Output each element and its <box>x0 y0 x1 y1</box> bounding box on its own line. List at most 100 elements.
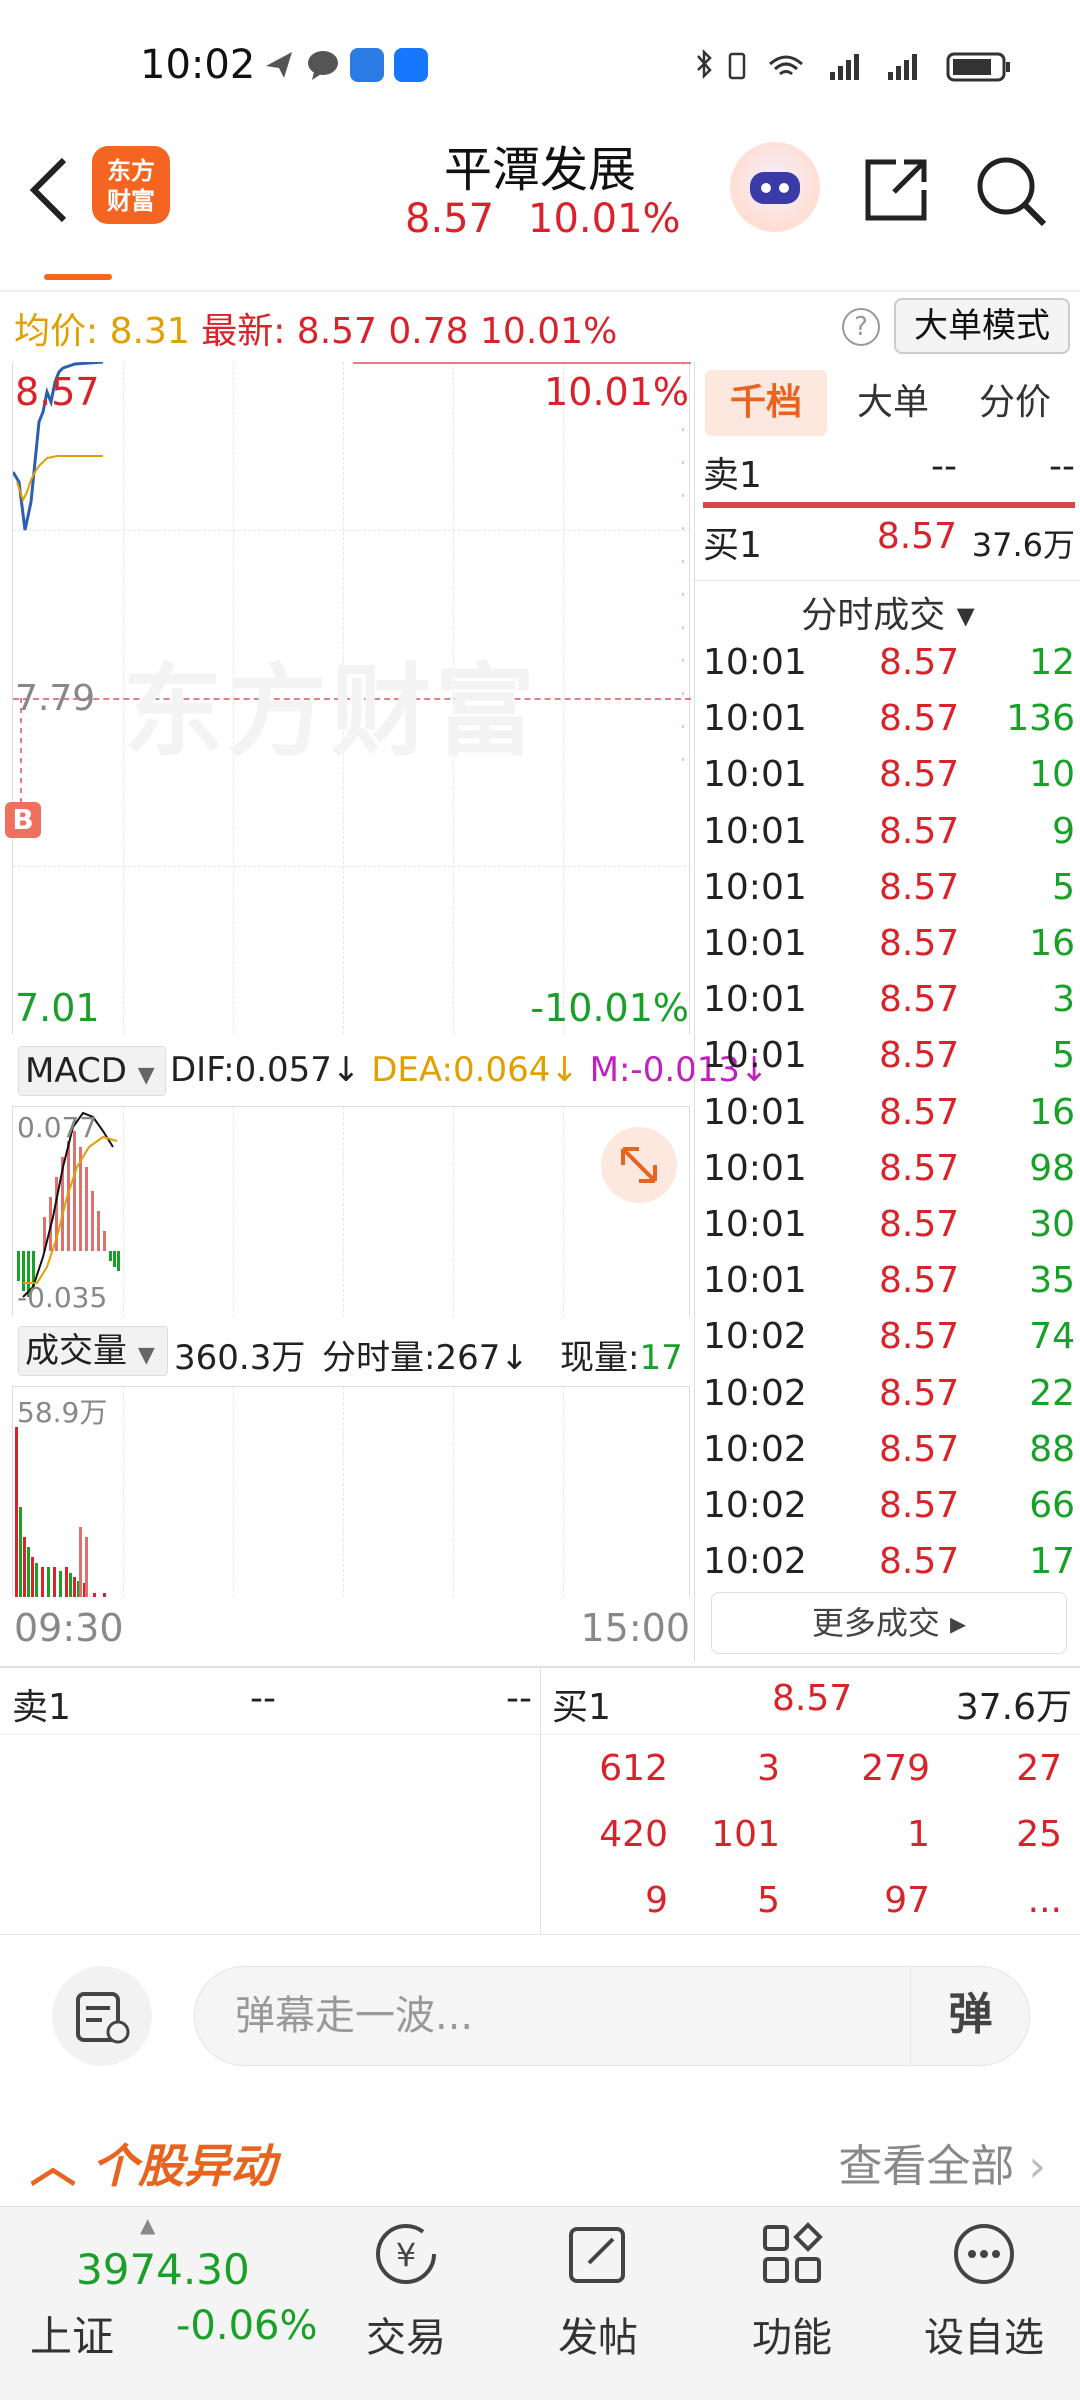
tick-vol: 12 <box>1029 642 1075 683</box>
tick-vol: 30 <box>1029 1204 1075 1245</box>
right-panel: 千档 大单 分价 卖1 -- -- 买1 8.57 37.6万 分时成交 ▾ 1… <box>694 362 1080 1662</box>
comment-settings-icon <box>76 1992 130 2044</box>
queue-order-size: 3 <box>757 1748 780 1789</box>
danmaku-toggle-button[interactable]: 弹 <box>910 1966 1030 2066</box>
help-icon[interactable]: ? <box>842 308 880 346</box>
nav-post[interactable]: 发帖 <box>518 2219 678 2399</box>
quote-line: 均价: 8.31 最新: 8.57 0.78 10.01% <box>14 302 617 354</box>
queue-order-size: 27 <box>1016 1748 1062 1789</box>
tick-price: 8.57 <box>879 1091 960 1133</box>
tick-time: 10:01 <box>703 923 807 964</box>
tab-price-distribution[interactable]: 分价 <box>957 370 1073 436</box>
robot-assistant-icon[interactable] <box>730 142 820 232</box>
tick-vol: 74 <box>1029 1316 1075 1358</box>
tick-price: 8.57 <box>879 754 960 796</box>
tick-time: 10:02 <box>703 1428 807 1470</box>
tick-vol: 5 <box>1052 866 1075 908</box>
nav-post-label: 发帖 <box>558 2315 638 2361</box>
nav-functions[interactable]: 功能 <box>712 2219 872 2399</box>
macd-dif: DIF:0.057↓ <box>170 1050 361 1090</box>
nav-trade[interactable]: ¥ 交易 <box>326 2219 486 2399</box>
tick-row: 10:01 8.57 9 <box>703 811 1075 867</box>
macd-min-label: -0.035 <box>17 1281 108 1314</box>
edit-icon <box>569 2227 625 2283</box>
volume-chart[interactable]: 58.9万 <box>12 1386 690 1597</box>
tick-time: 10:02 <box>703 1541 807 1583</box>
queue-order-size: 420 <box>599 1814 668 1855</box>
latest-label: 最新: <box>201 311 286 352</box>
tick-row: 10:01 8.57 5 <box>703 1035 1075 1091</box>
search-button[interactable] <box>970 150 1050 230</box>
macd-select[interactable]: MACD ▼ <box>18 1046 166 1096</box>
big-order-mode-button[interactable]: 大单模式 <box>894 298 1070 354</box>
nav-functions-label: 功能 <box>752 2315 832 2361</box>
tick-row: 10:01 8.57 98 <box>703 1148 1075 1204</box>
tick-price: 8.57 <box>879 698 960 740</box>
buy-marker[interactable]: B <box>5 802 41 838</box>
tab-big-orders[interactable]: 大单 <box>835 370 951 436</box>
status-right-icons <box>690 48 1030 82</box>
volume-total: 360.3万 <box>174 1338 306 1378</box>
volume-select[interactable]: 成交量 ▼ <box>18 1326 168 1376</box>
pct-low-label: -10.01% <box>530 986 689 1030</box>
chevron-up-icon: ︿ <box>30 2139 76 2193</box>
tick-price: 8.57 <box>879 1147 960 1189</box>
app-notification-icon <box>350 48 384 82</box>
price-low-label: 7.01 <box>15 986 100 1030</box>
tick-row: 10:02 8.57 74 <box>703 1316 1075 1372</box>
buy1-price: 8.57 <box>876 516 957 557</box>
back-button[interactable] <box>20 150 80 230</box>
tick-vol: 16 <box>1029 923 1075 964</box>
nav-watchlist[interactable]: 设自选 <box>904 2219 1064 2399</box>
danmaku-input[interactable]: 弹幕走一波... <box>194 1966 1030 2066</box>
view-all-link[interactable]: 查看全部 › <box>838 2130 1046 2194</box>
queue-order-size: 5 <box>757 1880 780 1921</box>
volume-now: 现量:17 <box>560 1330 683 1379</box>
tick-row: 10:01 8.57 16 <box>703 1092 1075 1148</box>
change-value: 0.78 <box>388 311 469 352</box>
status-bar: 10:02 <box>0 0 1080 130</box>
tick-vol: 88 <box>1029 1428 1075 1470</box>
tick-row: 10:01 8.57 5 <box>703 867 1075 923</box>
tick-vol: 9 <box>1052 810 1075 852</box>
grid-icon <box>763 2222 823 2283</box>
tick-row: 10:01 8.57 3 <box>703 979 1075 1035</box>
tab-level-book[interactable]: 千档 <box>705 370 827 436</box>
stock-movement-title[interactable]: ︿ 个股异动 <box>30 2130 276 2196</box>
svg-text:¥: ¥ <box>396 2236 416 2274</box>
app-logo[interactable]: 东方 财富 <box>92 146 170 224</box>
bottom-nav: ▲ 3974.30 上证 -0.06% ¥ 交易 发帖 功能 设自选 <box>0 2206 1080 2400</box>
tick-row: 10:01 8.57 136 <box>703 698 1075 754</box>
macd-select-label: MACD <box>25 1051 127 1091</box>
tick-price: 8.57 <box>879 642 960 683</box>
index-widget[interactable]: ▲ 3974.30 上证 -0.06% <box>30 2207 320 2397</box>
more-icon <box>954 2224 1014 2284</box>
ticks-header-dropdown[interactable]: 分时成交 ▾ <box>695 586 1080 638</box>
time-start-label: 09:30 <box>14 1606 124 1650</box>
buy1-row: 买1 8.57 37.6万 <box>703 516 1075 572</box>
tick-time: 10:02 <box>703 1316 807 1358</box>
ob-sell1-volume: -- <box>506 1678 532 1719</box>
tick-row: 10:02 8.57 88 <box>703 1429 1075 1485</box>
macd-chart[interactable]: 0.077 -0.035 <box>12 1106 690 1317</box>
tick-time: 10:01 <box>703 979 807 1021</box>
logo-text: 财富 <box>107 187 155 215</box>
expand-button[interactable] <box>601 1127 677 1203</box>
pct-high-label: 10.01% <box>544 370 689 414</box>
comment-list-button[interactable] <box>52 1966 152 2066</box>
status-time: 10:02 <box>140 42 256 88</box>
change-pct: 10.01% <box>480 311 618 352</box>
more-ticks-button[interactable]: 更多成交 ▸ <box>711 1592 1067 1654</box>
tick-vol: 22 <box>1029 1372 1075 1414</box>
tick-row: 10:02 8.57 17 <box>703 1541 1075 1597</box>
header-price: 8.57 <box>405 196 495 242</box>
volume-minute: 分时量:267↓ <box>322 1338 529 1378</box>
tick-price: 8.57 <box>879 866 960 908</box>
active-tab-indicator <box>44 274 112 280</box>
share-button[interactable] <box>856 150 936 230</box>
volume-max-label: 58.9万 <box>17 1396 108 1429</box>
intraday-chart[interactable]: 东方财富 8.57 10.01% 7.79 7.01 -10.01% B <box>5 362 691 1034</box>
tick-price: 8.57 <box>879 1204 960 1245</box>
tick-row: 10:01 8.57 12 <box>703 642 1075 698</box>
stock-name: 平潭发展 <box>443 142 636 198</box>
